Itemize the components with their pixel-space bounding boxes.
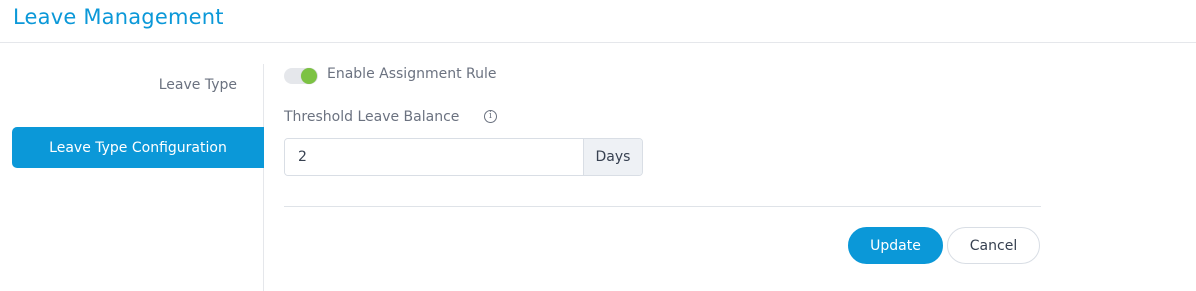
threshold-leave-balance-input[interactable]	[285, 139, 583, 175]
form-divider	[284, 206, 1041, 207]
leave-management-page: Leave Management Leave Type Leave Type C…	[0, 0, 1196, 291]
threshold-input-group: Days	[284, 138, 643, 176]
days-unit-addon: Days	[583, 139, 642, 175]
enable-assignment-rule-label: Enable Assignment Rule	[327, 66, 497, 82]
sidebar-item-leave-type[interactable]: Leave Type	[159, 77, 237, 93]
cancel-button[interactable]: Cancel	[947, 227, 1040, 264]
update-button[interactable]: Update	[848, 227, 943, 264]
sidebar-item-leave-type-configuration[interactable]: Leave Type Configuration	[12, 127, 264, 168]
toggle-knob	[301, 68, 317, 84]
threshold-leave-balance-label: Threshold Leave Balance	[284, 109, 460, 125]
info-icon[interactable]: i	[484, 110, 497, 123]
page-title: Leave Management	[13, 5, 224, 29]
page-header: Leave Management	[0, 0, 1196, 43]
sidebar: Leave Type Leave Type Configuration	[0, 64, 264, 291]
enable-assignment-rule-toggle[interactable]	[284, 68, 318, 84]
